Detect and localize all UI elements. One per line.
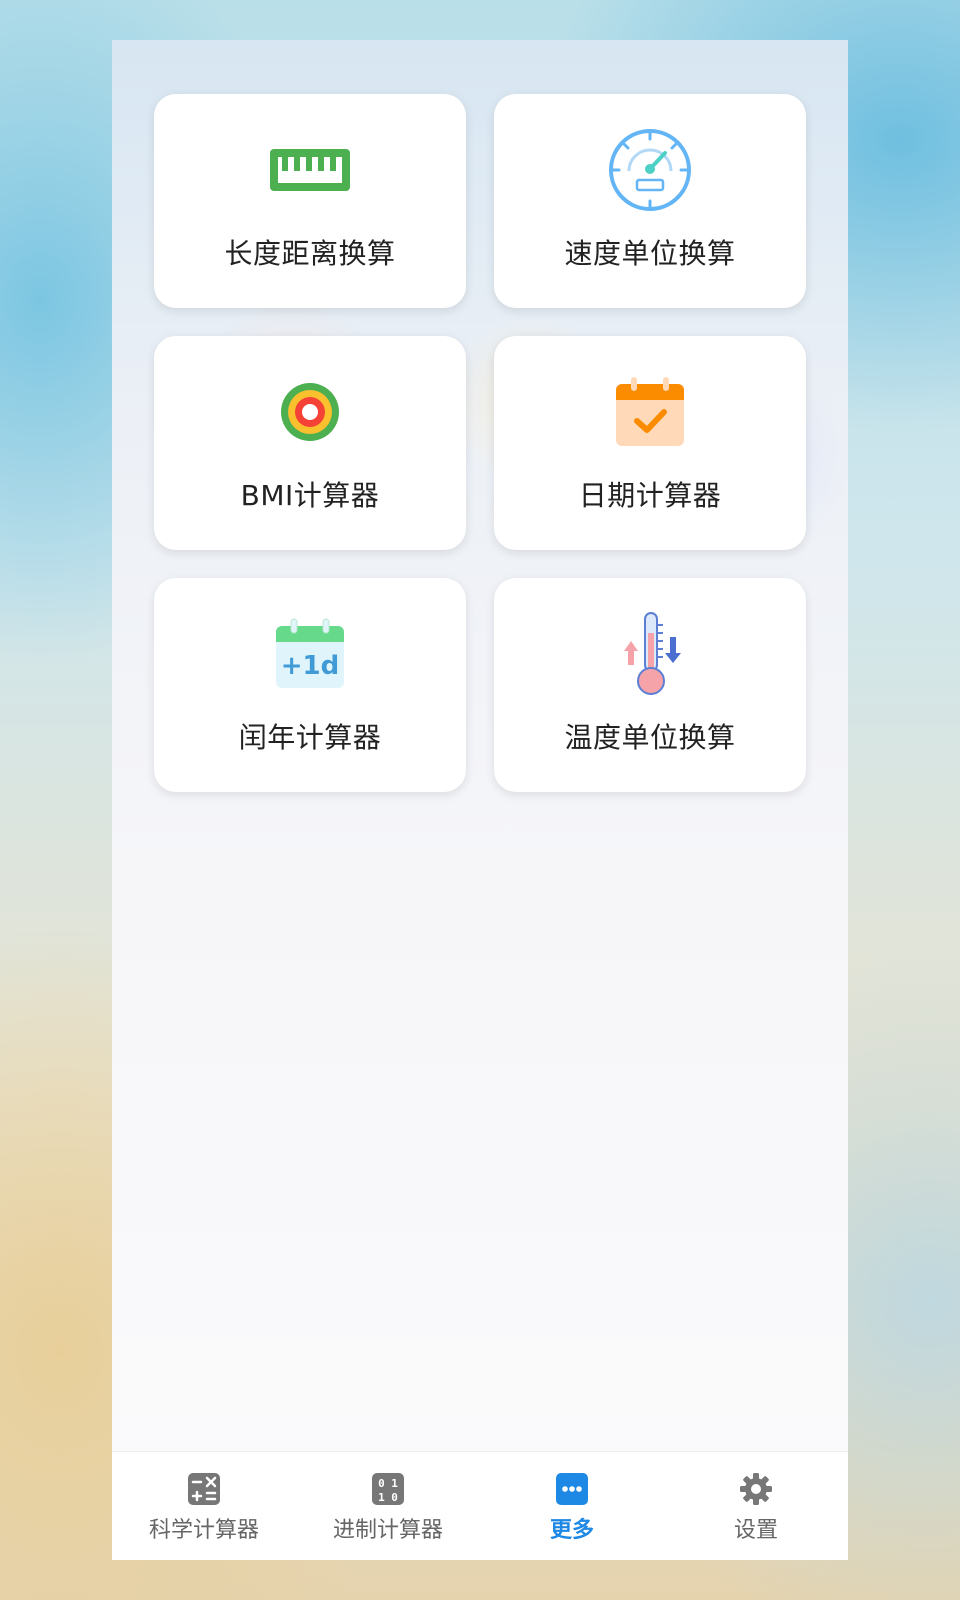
svg-text:0 1: 0 1	[378, 1477, 398, 1490]
leap-icon-text: +1d	[281, 651, 340, 681]
temperature-conversion-card[interactable]: 温度单位换算	[494, 578, 806, 792]
target-icon	[262, 364, 358, 460]
speed-conversion-card[interactable]: 速度单位换算	[494, 94, 806, 308]
calendar-plus-1d-icon: +1d	[262, 606, 358, 702]
binary-icon: 0 1 1 0	[371, 1472, 405, 1506]
ruler-icon	[262, 122, 358, 218]
tab-base-calculator[interactable]: 0 1 1 0 进制计算器	[296, 1452, 480, 1560]
calculator-icon	[187, 1472, 221, 1506]
app-screen: 长度距离换算 速度单位换算 BMI计算器 日期计算器 +1d 闰年计算器 温度单…	[112, 40, 848, 1560]
tab-label: 进制计算器	[332, 1518, 443, 1543]
bottom-tab-bar: 科学计算器 0 1 1 0 进制计算器 更多 设置	[112, 1451, 848, 1560]
card-label: BMI计算器	[240, 479, 380, 512]
card-label: 速度单位换算	[564, 237, 736, 270]
thermometer-icon	[602, 606, 698, 702]
speedometer-icon	[602, 122, 698, 218]
card-label: 闰年计算器	[238, 721, 382, 754]
card-label: 日期计算器	[578, 479, 722, 512]
more-icon	[555, 1472, 589, 1506]
tab-more[interactable]: 更多	[480, 1452, 664, 1560]
leap-year-calculator-card[interactable]: +1d 闰年计算器	[154, 578, 466, 792]
card-label: 温度单位换算	[564, 721, 736, 754]
tool-grid: 长度距离换算 速度单位换算 BMI计算器 日期计算器 +1d 闰年计算器 温度单…	[154, 94, 806, 792]
svg-text:1 0: 1 0	[378, 1491, 398, 1504]
tab-label: 更多	[549, 1518, 594, 1543]
bmi-calculator-card[interactable]: BMI计算器	[154, 336, 466, 550]
tab-settings[interactable]: 设置	[664, 1452, 848, 1560]
date-calculator-card[interactable]: 日期计算器	[494, 336, 806, 550]
length-conversion-card[interactable]: 长度距离换算	[154, 94, 466, 308]
gear-icon	[739, 1472, 773, 1506]
tab-scientific-calculator[interactable]: 科学计算器	[112, 1452, 296, 1560]
card-label: 长度距离换算	[224, 237, 396, 270]
tab-label: 科学计算器	[148, 1518, 259, 1543]
calendar-check-icon	[602, 364, 698, 460]
tab-label: 设置	[733, 1518, 778, 1543]
